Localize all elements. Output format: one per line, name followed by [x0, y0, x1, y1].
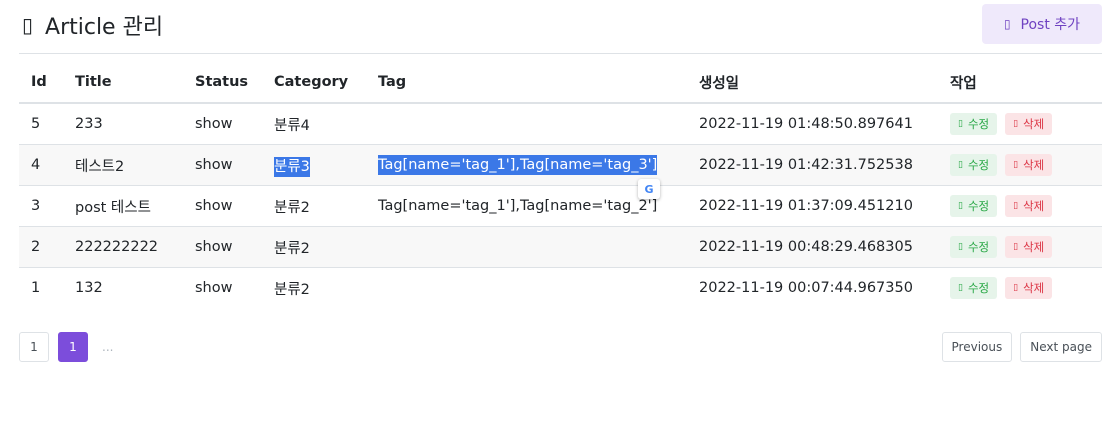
cell-tag: [378, 267, 699, 308]
cell-status: show: [195, 226, 274, 268]
table-row: 1 132 show 분류2 2022-11-19 00:07:44.96735…: [19, 267, 1102, 308]
delete-button[interactable]: ▯ 삭제: [1005, 277, 1053, 299]
edit-icon: ▯: [958, 201, 963, 211]
edit-label: 수정: [967, 240, 990, 254]
trash-icon: ▯: [1013, 283, 1019, 293]
cell-category: 분류4: [274, 102, 378, 145]
edit-button[interactable]: ▯ 수정: [950, 113, 998, 135]
cell-id: 2: [19, 226, 75, 268]
edit-label: 수정: [967, 199, 990, 213]
delete-button[interactable]: ▯ 삭제: [1005, 113, 1053, 135]
cell-title: 테스트2: [75, 144, 195, 186]
trash-icon: ▯: [1013, 119, 1019, 129]
cell-actions: ▯ 수정 ▯ 삭제: [950, 144, 1102, 186]
cell-title: 132: [75, 267, 195, 308]
delete-button[interactable]: ▯ 삭제: [1005, 236, 1053, 258]
column-header-tag[interactable]: Tag: [378, 62, 699, 104]
column-header-title[interactable]: Title: [75, 62, 195, 104]
cell-status: show: [195, 185, 274, 227]
trash-icon: ▯: [1013, 201, 1019, 211]
table-row: 3 post 테스트 show 분류2 Tag[name='tag_1'],Ta…: [19, 185, 1102, 227]
cell-status: show: [195, 102, 274, 145]
delete-button[interactable]: ▯ 삭제: [1005, 154, 1053, 176]
cell-category: 분류2: [274, 226, 378, 268]
plus-icon: ▯: [1003, 17, 1011, 31]
table-row: 4 테스트2 show 분류3 Tag[name='tag_1'],Tag[na…: [19, 144, 1102, 186]
translate-icon[interactable]: G: [638, 179, 660, 199]
delete-label: 삭제: [1023, 281, 1045, 295]
delete-button[interactable]: ▯ 삭제: [1005, 195, 1053, 217]
cell-created: 2022-11-19 01:37:09.451210: [699, 185, 950, 227]
table-row: 5 233 show 분류4 2022-11-19 01:48:50.89764…: [19, 102, 1102, 145]
edit-button[interactable]: ▯ 수정: [950, 195, 998, 217]
cell-created: 2022-11-19 00:48:29.468305: [699, 226, 950, 268]
cell-id: 1: [19, 267, 75, 308]
cell-created: 2022-11-19 01:42:31.752538: [699, 144, 950, 186]
page-button[interactable]: 1: [19, 332, 49, 362]
column-header-actions: 작업: [950, 62, 1102, 104]
articles-table: Id Title Status Category Tag 생성일 작업 5 23…: [19, 62, 1102, 308]
cell-id: 5: [19, 102, 75, 145]
delete-label: 삭제: [1023, 117, 1045, 131]
add-post-button[interactable]: ▯ Post 추가: [982, 4, 1102, 44]
column-header-id[interactable]: Id: [19, 62, 75, 104]
column-header-category[interactable]: Category: [274, 62, 378, 104]
cell-created: 2022-11-19 01:48:50.897641: [699, 102, 950, 145]
cell-tag: [378, 226, 699, 268]
table-row: 2 222222222 show 분류2 2022-11-19 00:48:29…: [19, 226, 1102, 268]
page-header: ▯ Article 관리 ▯ Post 추가: [19, 0, 1102, 54]
edit-label: 수정: [967, 117, 990, 131]
cell-actions: ▯ 수정 ▯ 삭제: [950, 226, 1102, 268]
cell-title: post 테스트: [75, 185, 195, 227]
cell-status: show: [195, 267, 274, 308]
cell-actions: ▯ 수정 ▯ 삭제: [950, 267, 1102, 308]
cell-category: 분류2: [274, 185, 378, 227]
delete-label: 삭제: [1023, 240, 1045, 254]
trash-icon: ▯: [1013, 160, 1019, 170]
pagination: 1 1 ...: [19, 332, 113, 362]
delete-label: 삭제: [1023, 158, 1045, 172]
page-nav: Previous Next page: [941, 332, 1102, 362]
page-title-text: Article 관리: [45, 15, 164, 40]
document-icon: ▯: [22, 13, 34, 37]
cell-status: show: [195, 144, 274, 186]
page-title: ▯ Article 관리: [22, 9, 163, 41]
column-header-status[interactable]: Status: [195, 62, 274, 104]
cell-id: 4: [19, 144, 75, 186]
cell-category: 분류3: [274, 144, 378, 186]
page-button-active[interactable]: 1: [58, 332, 88, 362]
cell-id: 3: [19, 185, 75, 227]
delete-label: 삭제: [1023, 199, 1045, 213]
edit-button[interactable]: ▯ 수정: [950, 277, 998, 299]
next-page-button[interactable]: Next page: [1020, 332, 1102, 362]
cell-actions: ▯ 수정 ▯ 삭제: [950, 102, 1102, 145]
selected-text: 분류3: [274, 156, 310, 177]
edit-icon: ▯: [958, 283, 963, 293]
add-post-label: Post 추가: [1020, 17, 1081, 33]
edit-icon: ▯: [958, 160, 963, 170]
pagination-ellipsis: ...: [102, 340, 114, 354]
edit-icon: ▯: [958, 242, 963, 252]
cell-tag: [378, 102, 699, 145]
trash-icon: ▯: [1013, 242, 1019, 252]
table-header-row: Id Title Status Category Tag 생성일 작업: [19, 62, 1102, 104]
column-header-created[interactable]: 생성일: [699, 62, 950, 104]
edit-icon: ▯: [958, 119, 963, 129]
previous-button[interactable]: Previous: [941, 332, 1013, 362]
selected-text: Tag[name='tag_1'],Tag[name='tag_3']: [378, 155, 658, 175]
edit-label: 수정: [967, 281, 990, 295]
cell-title: 233: [75, 102, 195, 145]
edit-button[interactable]: ▯ 수정: [950, 154, 998, 176]
edit-label: 수정: [967, 158, 990, 172]
cell-created: 2022-11-19 00:07:44.967350: [699, 267, 950, 308]
cell-title: 222222222: [75, 226, 195, 268]
article-admin-page: ▯ Article 관리 ▯ Post 추가 Id Title Status C…: [0, 0, 1113, 430]
cell-actions: ▯ 수정 ▯ 삭제: [950, 185, 1102, 227]
edit-button[interactable]: ▯ 수정: [950, 236, 998, 258]
cell-category: 분류2: [274, 267, 378, 308]
